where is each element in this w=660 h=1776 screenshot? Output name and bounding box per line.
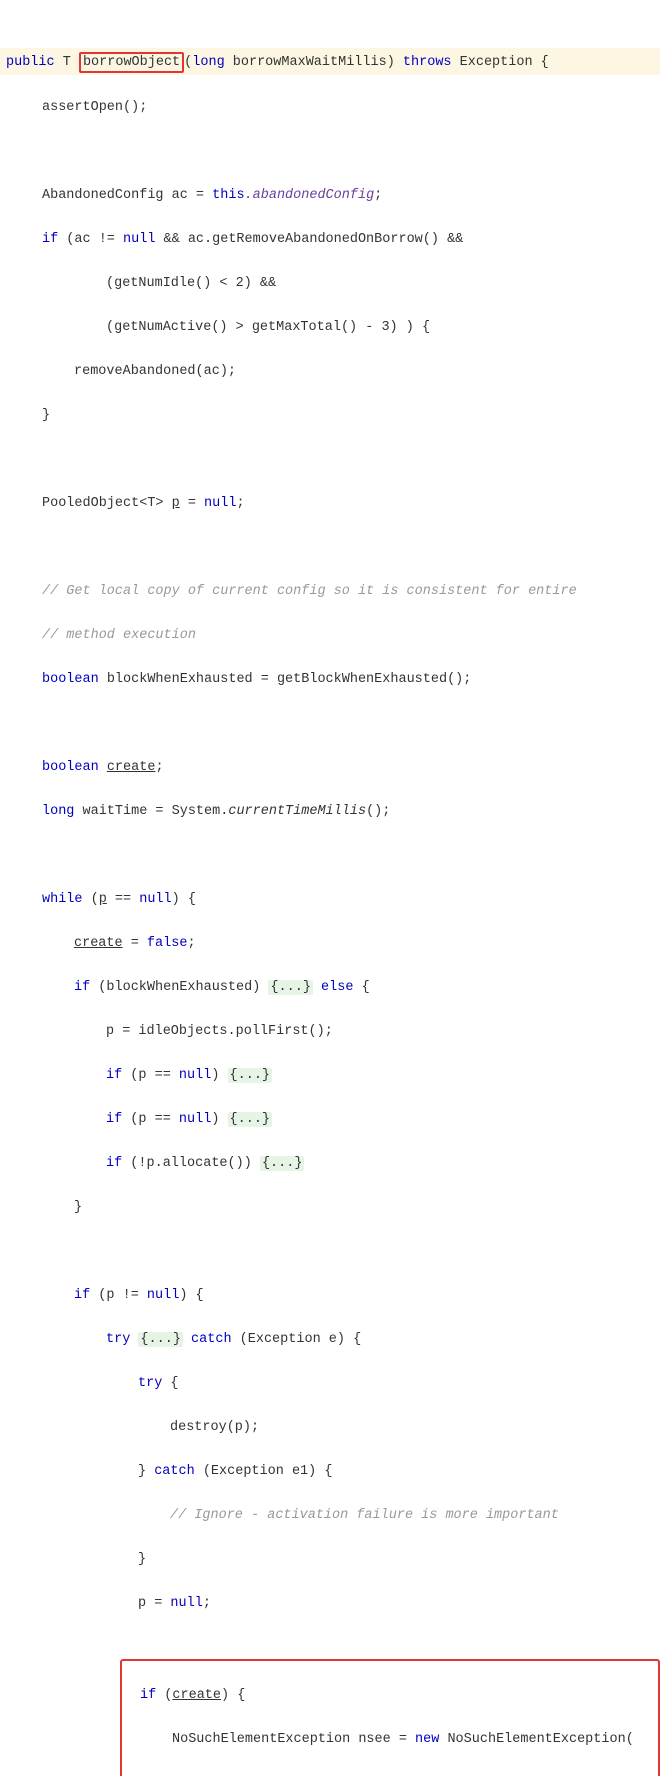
method-name: borrowObject [83, 55, 180, 70]
close-brace: } [0, 1549, 660, 1571]
if-ac-1: if (ac != null && ac.getRemoveAbandonedO… [0, 229, 660, 251]
if-allocate: if (!p.allocate()) {...} [0, 1153, 660, 1175]
close-brace: } [0, 405, 660, 427]
remove-abandoned: removeAbandoned(ac); [0, 361, 660, 383]
throws-type: Exception [460, 55, 533, 70]
fold-icon[interactable]: {...} [138, 1332, 183, 1347]
fold-icon[interactable]: {...} [268, 980, 313, 995]
keyword-public: public [6, 55, 55, 70]
method-signature-line: public T borrowObject(long borrowMaxWait… [0, 48, 660, 75]
param-name: borrowMaxWaitMillis [233, 55, 387, 70]
close-brace: } [0, 1197, 660, 1219]
return-type: T [63, 55, 71, 70]
if-ac-3: (getNumActive() > getMaxTotal() - 3) ) { [0, 317, 660, 339]
nsee-line1: NoSuchElementException nsee = new NoSuch… [122, 1729, 658, 1751]
if-pnull-2: if (p == null) {...} [0, 1109, 660, 1131]
if-ac-2: (getNumIdle() < 2) && [0, 273, 660, 295]
fold-icon[interactable]: {...} [260, 1156, 305, 1171]
if-create: if (create) { [122, 1685, 658, 1707]
bwe-decl: boolean blockWhenExhausted = getBlockWhe… [0, 669, 660, 691]
inner-catch: } catch (Exception e1) { [0, 1461, 660, 1483]
comment-2: // method execution [0, 625, 660, 647]
inner-try: try { [0, 1373, 660, 1395]
pooled-decl: PooledObject<T> p = null; [0, 493, 660, 515]
ignore-comment: // Ignore - activation failure is more i… [0, 1505, 660, 1527]
assert-open: assertOpen(); [0, 97, 660, 119]
try-catch: try {...} catch (Exception e) { [0, 1329, 660, 1351]
nsee-string: "Unable to activate object"); [122, 1773, 658, 1776]
if-pnull-1: if (p == null) {...} [0, 1065, 660, 1087]
ac-decl: AbandonedConfig ac = this.abandonedConfi… [0, 185, 660, 207]
p-null: p = null; [0, 1593, 660, 1615]
if-pnotnull: if (p != null) { [0, 1285, 660, 1307]
fold-icon[interactable]: {...} [228, 1068, 273, 1083]
wait-decl: long waitTime = System.currentTimeMillis… [0, 801, 660, 823]
comment-1: // Get local copy of current config so i… [0, 581, 660, 603]
poll-first: p = idleObjects.pollFirst(); [0, 1021, 660, 1043]
fold-icon[interactable]: {...} [228, 1112, 273, 1127]
code-block: public T borrowObject(long borrowMaxWait… [0, 0, 660, 1776]
method-name-highlight: borrowObject [79, 52, 184, 73]
create-false: create = false; [0, 933, 660, 955]
if-bwe: if (blockWhenExhausted) {...} else { [0, 977, 660, 999]
while-line: while (p == null) { [0, 889, 660, 911]
highlighted-block: if (create) { NoSuchElementException nse… [120, 1659, 660, 1776]
keyword-throws: throws [403, 55, 452, 70]
param-type: long [192, 55, 224, 70]
create-decl: boolean create; [0, 757, 660, 779]
destroy-p: destroy(p); [0, 1417, 660, 1439]
